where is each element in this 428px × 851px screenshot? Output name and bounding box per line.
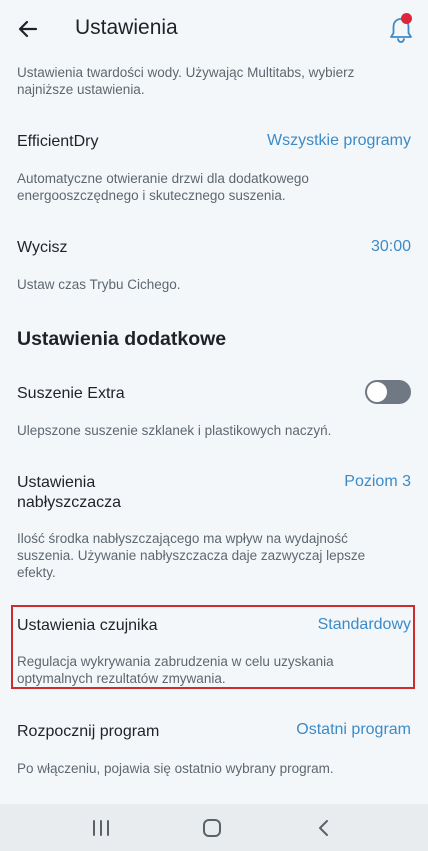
- sensor-label: Ustawienia czujnika: [17, 617, 158, 634]
- rinse-aid-label-line1: Ustawienia: [17, 474, 96, 491]
- recent-apps-icon: [93, 820, 109, 836]
- silence-label: Wycisz: [17, 239, 68, 256]
- efficient-dry-desc: Automatyczne otwieranie drzwi dla dodatk…: [17, 171, 309, 203]
- sensor-desc: Regulacja wykrywania zabrudzenia w celu …: [17, 654, 334, 686]
- sensor-value[interactable]: Standardowy: [318, 616, 411, 634]
- efficient-dry-label: EfficientDry: [17, 133, 99, 150]
- app-header: Ustawienia: [0, 0, 428, 58]
- start-program-value[interactable]: Ostatni program: [296, 721, 411, 739]
- recent-apps-button[interactable]: [89, 816, 113, 840]
- efficient-dry-value[interactable]: Wszystkie programy: [267, 132, 411, 150]
- silence-desc: Ustaw czas Trybu Cichego.: [17, 277, 181, 292]
- toggle-knob: [367, 382, 387, 402]
- home-icon: [203, 819, 221, 837]
- extra-dry-desc: Ulepszone suszenie szklanek i plastikowy…: [17, 423, 332, 438]
- notification-badge: [401, 13, 412, 24]
- start-program-desc: Po włączeniu, pojawia się ostatnio wybra…: [17, 761, 334, 776]
- back-button[interactable]: [14, 14, 44, 44]
- back-chevron-icon: [319, 820, 328, 836]
- extra-dry-label: Suszenie Extra: [17, 385, 125, 402]
- start-program-label: Rozpocznij program: [17, 723, 160, 740]
- silence-value[interactable]: 30:00: [371, 238, 411, 256]
- home-button[interactable]: [200, 816, 224, 840]
- rinse-aid-label-line2: nabłyszczacza: [17, 494, 122, 511]
- system-navbar: [0, 804, 428, 851]
- extra-dry-toggle[interactable]: [365, 380, 411, 404]
- page-title: Ustawienia: [75, 16, 178, 39]
- section-title-extra: Ustawienia dodatkowe: [17, 328, 227, 350]
- arrow-left-icon: [18, 20, 38, 38]
- rinse-aid-desc: Ilość środka nabłyszczającego ma wpływ n…: [17, 531, 366, 580]
- water-hardness-desc: Ustawienia twardości wody. Używając Mult…: [17, 65, 355, 97]
- rinse-aid-value[interactable]: Poziom 3: [344, 473, 411, 491]
- system-back-button[interactable]: [312, 816, 336, 840]
